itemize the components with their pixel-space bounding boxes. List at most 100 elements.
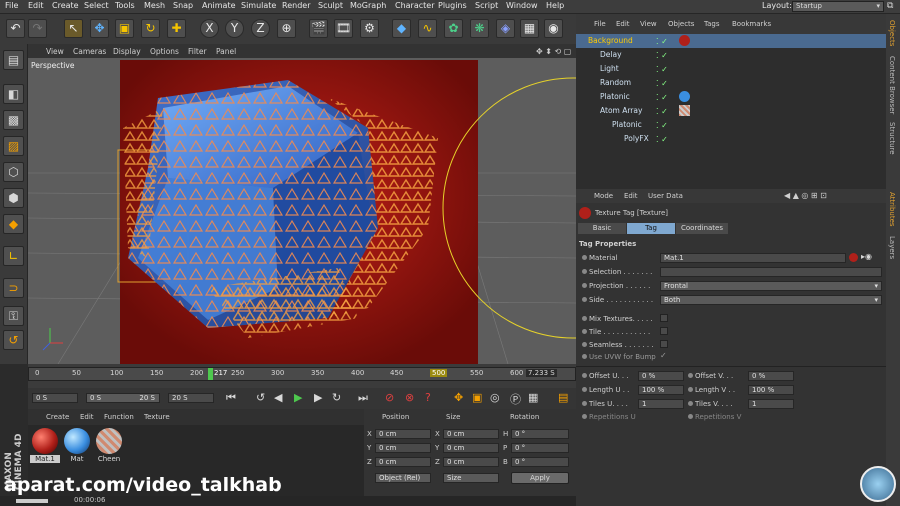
nav-arrows-icon[interactable]: ◀ ▲ ◎ ⊞ ⊡ [784,191,827,200]
move-icon[interactable]: ✥ [90,19,109,38]
scale-icon[interactable]: ▣ [115,19,134,38]
mat-menu-texture[interactable]: Texture [144,413,170,421]
side-tab-structure[interactable]: Structure [888,122,896,155]
menu-character[interactable]: Character [395,1,435,10]
rotation-b-field[interactable]: 0 ° [511,457,569,467]
apply-button[interactable]: Apply [511,472,569,484]
size-z-field[interactable]: 0 cm [443,457,499,467]
mix-textures-checkbox[interactable] [660,314,668,322]
visibility-dots[interactable]: ⁚ ✓ [656,93,668,102]
menu-plugins[interactable]: Plugins [438,1,467,10]
start-time-field[interactable]: 0 S [32,393,78,403]
record-icon[interactable]: ⊘ [385,391,394,404]
viewport-menu-options[interactable]: Options [150,47,179,56]
object-row[interactable]: Delay ⁚ ✓ [576,48,886,62]
lock-icon[interactable]: ⚿ [3,306,24,326]
menu-sculpt[interactable]: Sculpt [318,1,343,10]
material-preview-icon[interactable] [849,253,858,262]
menu-window[interactable]: Window [506,1,538,10]
menu-simulate[interactable]: Simulate [241,1,276,10]
viewport-menu-filter[interactable]: Filter [188,47,207,56]
size-y-field[interactable]: 0 cm [443,443,499,453]
menu-mesh[interactable]: Mesh [144,1,165,10]
seamless-checkbox[interactable] [660,340,668,348]
axis-mode-icon[interactable]: ∟ [3,246,24,266]
attr-menu-userdata[interactable]: User Data [648,192,683,200]
obj-menu-edit[interactable]: Edit [616,20,630,28]
obj-menu-tags[interactable]: Tags [704,20,720,28]
viewport-nav-icon[interactable]: ✥ ⬍ ⟲ ▢ [536,47,571,56]
texture-mode-icon[interactable]: ▩ [3,110,24,130]
side-tab-objects[interactable]: Objects [888,20,896,46]
menu-help[interactable]: Help [546,1,564,10]
visibility-dots[interactable]: ⁚ ✓ [656,65,668,74]
prev-frame-icon[interactable]: ◀ [274,391,282,404]
edges-mode-icon[interactable]: ⬢ [3,188,24,208]
obj-menu-view[interactable]: View [640,20,657,28]
object-row[interactable]: Background ⁚ ✓ [576,34,886,48]
render-settings-icon[interactable]: ⚙ [360,19,379,38]
visibility-dots[interactable]: ⁚ ✓ [656,121,668,130]
size-mode-select[interactable]: Size [443,473,499,483]
side-tab-layers[interactable]: Layers [888,236,896,259]
viewport-menu-cameras[interactable]: Cameras [73,47,106,56]
undo-icon[interactable]: ↶ [6,19,25,38]
menu-select[interactable]: Select [84,1,109,10]
tab-basic[interactable]: Basic [578,223,626,234]
key-scale-icon[interactable]: ▣ [472,391,482,404]
autokey-icon[interactable]: ⊗ [405,391,414,404]
next-key-icon[interactable]: ↻ [332,391,341,404]
offset-v-field[interactable]: 0 % [748,371,794,381]
visibility-dots[interactable]: ⁚ ✓ [656,51,668,60]
redo-icon[interactable]: ↷ [28,19,47,38]
menu-mograph[interactable]: MoGraph [350,1,386,10]
menu-create[interactable]: Create [52,1,79,10]
floor-icon[interactable]: ▦ [520,19,539,38]
next-frame-icon[interactable]: ▶ [314,391,322,404]
range-slider[interactable]: 0 S 20 S [86,393,160,403]
tab-coordinates[interactable]: Coordinates [676,223,728,234]
object-row[interactable]: PolyFX ⁚ ✓ [576,132,886,146]
material-link-field[interactable]: Mat.1 [660,253,846,263]
coordinate-system-icon[interactable]: ⊕ [277,19,296,38]
make-editable-icon[interactable]: ▤ [3,50,24,70]
menu-snap[interactable]: Snap [173,1,193,10]
key-rotation-icon[interactable]: ◎ [490,391,500,404]
visibility-dots[interactable]: ⁚ ✓ [656,107,668,116]
object-row[interactable]: Light ⁚ ✓ [576,62,886,76]
menu-tools[interactable]: Tools [115,1,135,10]
menu-edit[interactable]: Edit [28,1,44,10]
mat-menu-function[interactable]: Function [104,413,134,421]
rotation-p-field[interactable]: 0 ° [511,443,569,453]
go-end-icon[interactable]: ⏭ [358,391,368,405]
render-picture-viewer-icon[interactable]: 🎞 [334,19,353,38]
tiles-v-field[interactable]: 1 [748,399,794,409]
x-axis-icon[interactable]: X [200,19,219,38]
nurbs-icon[interactable]: ✿ [444,19,463,38]
points-mode-icon[interactable]: ⬡ [3,162,24,182]
key-position-icon[interactable]: ✥ [454,391,463,404]
size-x-field[interactable]: 0 cm [443,429,499,439]
uvw-checkbox[interactable]: ✓ [660,351,667,360]
window-icon[interactable]: ⧉ [887,1,893,11]
side-tab-content-browser[interactable]: Content Browser [888,56,896,114]
side-tab-attributes[interactable]: Attributes [888,192,896,227]
obj-menu-file[interactable]: File [594,20,606,28]
menu-render[interactable]: Render [282,1,310,10]
playhead[interactable] [208,368,213,380]
texture-tag-icon[interactable] [679,105,690,116]
live-selection-icon[interactable]: ↖ [64,19,83,38]
menu-animate[interactable]: Animate [202,1,236,10]
prev-key-icon[interactable]: ↺ [256,391,265,404]
mat-menu-create[interactable]: Create [46,413,69,421]
menu-script[interactable]: Script [475,1,498,10]
cube-icon[interactable]: ◆ [392,19,411,38]
tiles-u-field[interactable]: 1 [638,399,684,409]
menu-file[interactable]: File [5,1,18,10]
rotate-icon[interactable]: ↻ [141,19,160,38]
rotation-h-field[interactable]: 0 ° [511,429,569,439]
object-row[interactable]: Platonic ⁚ ✓ [576,118,886,132]
position-y-field[interactable]: 0 cm [375,443,431,453]
go-start-icon[interactable]: ⏮ [226,391,236,405]
magnet-icon[interactable]: ⊃ [3,278,24,298]
